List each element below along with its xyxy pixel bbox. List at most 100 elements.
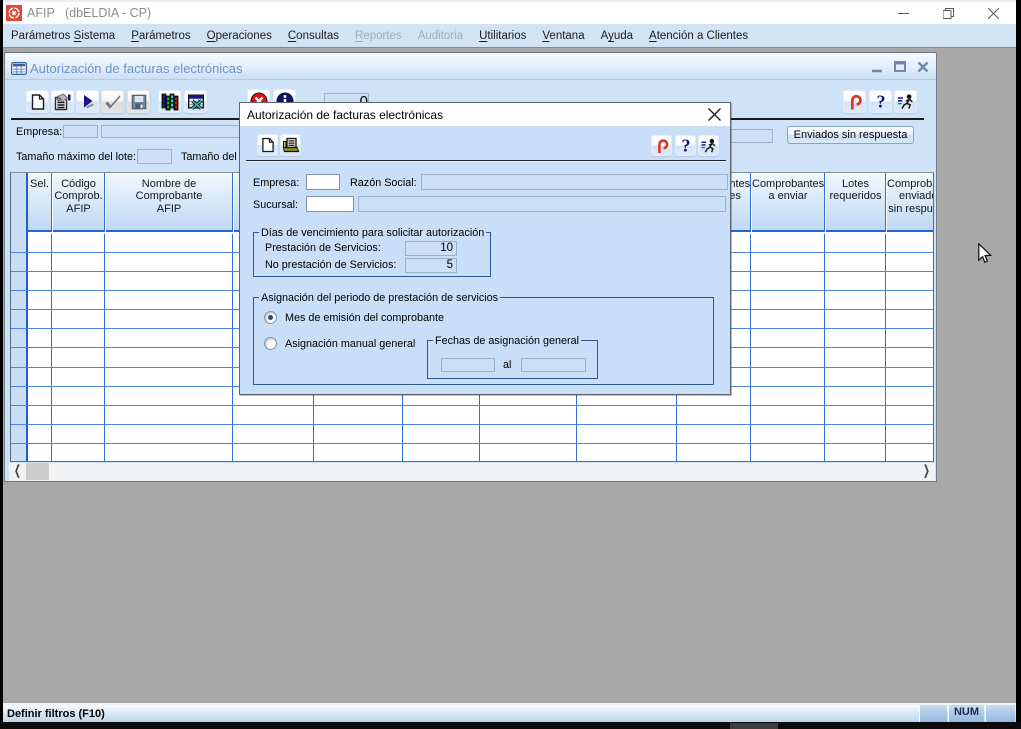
- desktop-edge-bottom: [0, 722, 1021, 729]
- group-fechas-title: Fechas de asignación general: [433, 335, 581, 347]
- dlg-rho-button[interactable]: [651, 135, 672, 156]
- al-label: al: [503, 359, 511, 371]
- empresa-code-field[interactable]: [63, 125, 98, 138]
- dialog-close-button[interactable]: [707, 107, 722, 122]
- main-window: AFIP (dbELDIA - CP) Parámetros SistemaPa…: [3, 0, 1016, 722]
- table-row[interactable]: [11, 444, 934, 462]
- menu-bar: Parámetros SistemaParámetrosOperacionesC…: [3, 24, 1016, 48]
- dlg-razon-field[interactable]: [421, 174, 728, 190]
- column-header-2[interactable]: Código Comprob. AFIP: [53, 173, 105, 232]
- prestacion-label: Prestación de Servicios:: [265, 242, 381, 254]
- enviados-sin-respuesta-button[interactable]: Enviados sin respuesta: [787, 126, 914, 144]
- status-panel-1: [919, 705, 947, 722]
- run-button[interactable]: [76, 90, 99, 113]
- lote2-field[interactable]: [729, 129, 773, 143]
- new-document-icon: [261, 138, 274, 153]
- desktop-edge-left: [0, 4, 3, 729]
- child-titlebar[interactable]: Autorización de facturas electrónicas: [5, 53, 936, 80]
- dlg-sucursal-field[interactable]: [358, 196, 726, 212]
- dlg-sucursal-input[interactable]: [306, 196, 354, 212]
- column-header-3[interactable]: Nombre de Comprobante AFIP: [106, 173, 233, 232]
- edit-properties-icon: [54, 93, 71, 110]
- dlg-help-button[interactable]: ?: [675, 135, 696, 156]
- validate-button[interactable]: [101, 90, 124, 113]
- dlg-exit-button[interactable]: [698, 135, 719, 156]
- dlg-empresa-label: Empresa:: [253, 177, 299, 189]
- mouse-cursor: [978, 243, 994, 267]
- scroll-left-arrow[interactable]: ❬: [9, 460, 26, 483]
- lote-field[interactable]: [137, 149, 172, 164]
- minimize-button[interactable]: [881, 2, 926, 26]
- menu-item-auditoria[interactable]: Auditoria: [410, 25, 471, 46]
- new-button[interactable]: [26, 90, 49, 113]
- dialog-toolbar-separator: [246, 160, 726, 161]
- rho-icon: [655, 138, 669, 154]
- fecha-hasta-input[interactable]: [521, 358, 586, 372]
- svg-text:?: ?: [876, 94, 885, 110]
- child-minimize-button[interactable]: [870, 60, 884, 74]
- datawindow-icon: [11, 62, 27, 75]
- properties-button[interactable]: [51, 90, 74, 113]
- table-row[interactable]: [11, 406, 934, 425]
- menu-item-consultas[interactable]: Consultas: [280, 25, 347, 46]
- maximize-button[interactable]: [926, 2, 971, 26]
- table-row[interactable]: [11, 425, 934, 444]
- help-button[interactable]: ?: [869, 90, 892, 113]
- afip-app-icon: [6, 5, 22, 21]
- child-close-button[interactable]: [916, 60, 930, 74]
- radio-asignacion-manual[interactable]: [264, 337, 277, 350]
- menu-item-par-metros[interactable]: Parámetros: [123, 25, 198, 46]
- restore-icon: [943, 8, 954, 19]
- radio-manual-label[interactable]: Asignación manual general: [285, 338, 415, 350]
- lote-label: Tamaño máximo del lote:: [16, 151, 136, 163]
- dialog-titlebar[interactable]: Autorización de facturas electrónicas: [240, 103, 730, 126]
- data-columns-button[interactable]: [158, 90, 181, 113]
- status-panel-2: [985, 705, 1015, 722]
- dialog-window: Autorización de facturas electrónicas: [239, 102, 731, 395]
- horizontal-scrollbar[interactable]: ❬ ❭: [9, 463, 935, 481]
- save-button[interactable]: [127, 90, 150, 113]
- status-text: Definir filtros (F10): [7, 708, 105, 720]
- retrieve-folder-icon: [282, 138, 299, 153]
- exit-button[interactable]: [894, 90, 917, 113]
- column-header-12[interactable]: Comprobantes enviados sin respuesta: [887, 173, 934, 232]
- menu-item-atenci-n-a-clientes[interactable]: Atención a Clientes: [641, 25, 756, 46]
- rho-button[interactable]: [843, 90, 866, 113]
- app-title: AFIP (dbELDIA - CP): [27, 6, 151, 20]
- fecha-desde-input[interactable]: [441, 358, 495, 372]
- column-header-10[interactable]: Comprobantes a enviar: [752, 173, 825, 232]
- menu-item-operaciones[interactable]: Operaciones: [199, 25, 280, 46]
- no-prestacion-input[interactable]: 5: [405, 258, 457, 273]
- minimize-icon: [898, 8, 909, 19]
- group-dias-title: Días de vencimiento para solicitar autor…: [259, 227, 486, 239]
- menu-item-ayuda[interactable]: Ayuda: [593, 25, 641, 46]
- close-icon: [988, 8, 999, 19]
- menu-item-par-metros-sistema[interactable]: Parámetros Sistema: [3, 25, 123, 46]
- screen: AFIP (dbELDIA - CP) Parámetros SistemaPa…: [0, 0, 1021, 729]
- scrollbar-thumb[interactable]: [26, 463, 49, 480]
- scroll-right-arrow[interactable]: ❭: [918, 460, 935, 483]
- status-panel-num: NUM: [948, 705, 984, 722]
- group-fechas: Fechas de asignación general al: [427, 340, 598, 379]
- rho-icon: [848, 93, 862, 110]
- dlg-retrieve-button[interactable]: [280, 134, 301, 156]
- svg-text:?: ?: [681, 138, 690, 154]
- menu-item-reportes[interactable]: Reportes: [347, 25, 410, 46]
- no-prestacion-label: No prestación de Servicios:: [265, 259, 396, 271]
- column-header-11[interactable]: Lotes requeridos: [826, 173, 886, 232]
- menu-item-utilitarios[interactable]: Utilitarios: [471, 25, 534, 46]
- export-grid-button[interactable]: [184, 90, 207, 113]
- menu-item-ventana[interactable]: Ventana: [534, 25, 592, 46]
- status-bar: Definir filtros (F10) NUM: [3, 703, 1016, 722]
- prestacion-input[interactable]: 10: [405, 241, 457, 256]
- dlg-new-button[interactable]: [257, 134, 278, 156]
- radio-mes-label[interactable]: Mes de emisión del comprobante: [285, 312, 444, 324]
- column-header-1[interactable]: Sel.: [28, 173, 52, 232]
- group-asignacion: Asignación del periodo de prestación de …: [253, 297, 714, 385]
- desktop-taskbar-fragment: [730, 723, 778, 729]
- child-maximize-button[interactable]: [893, 60, 907, 74]
- radio-mes-emision[interactable]: [264, 311, 277, 324]
- dlg-empresa-input[interactable]: [306, 174, 340, 190]
- close-button[interactable]: [971, 2, 1016, 26]
- dlg-sucursal-label: Sucursal:: [253, 199, 298, 211]
